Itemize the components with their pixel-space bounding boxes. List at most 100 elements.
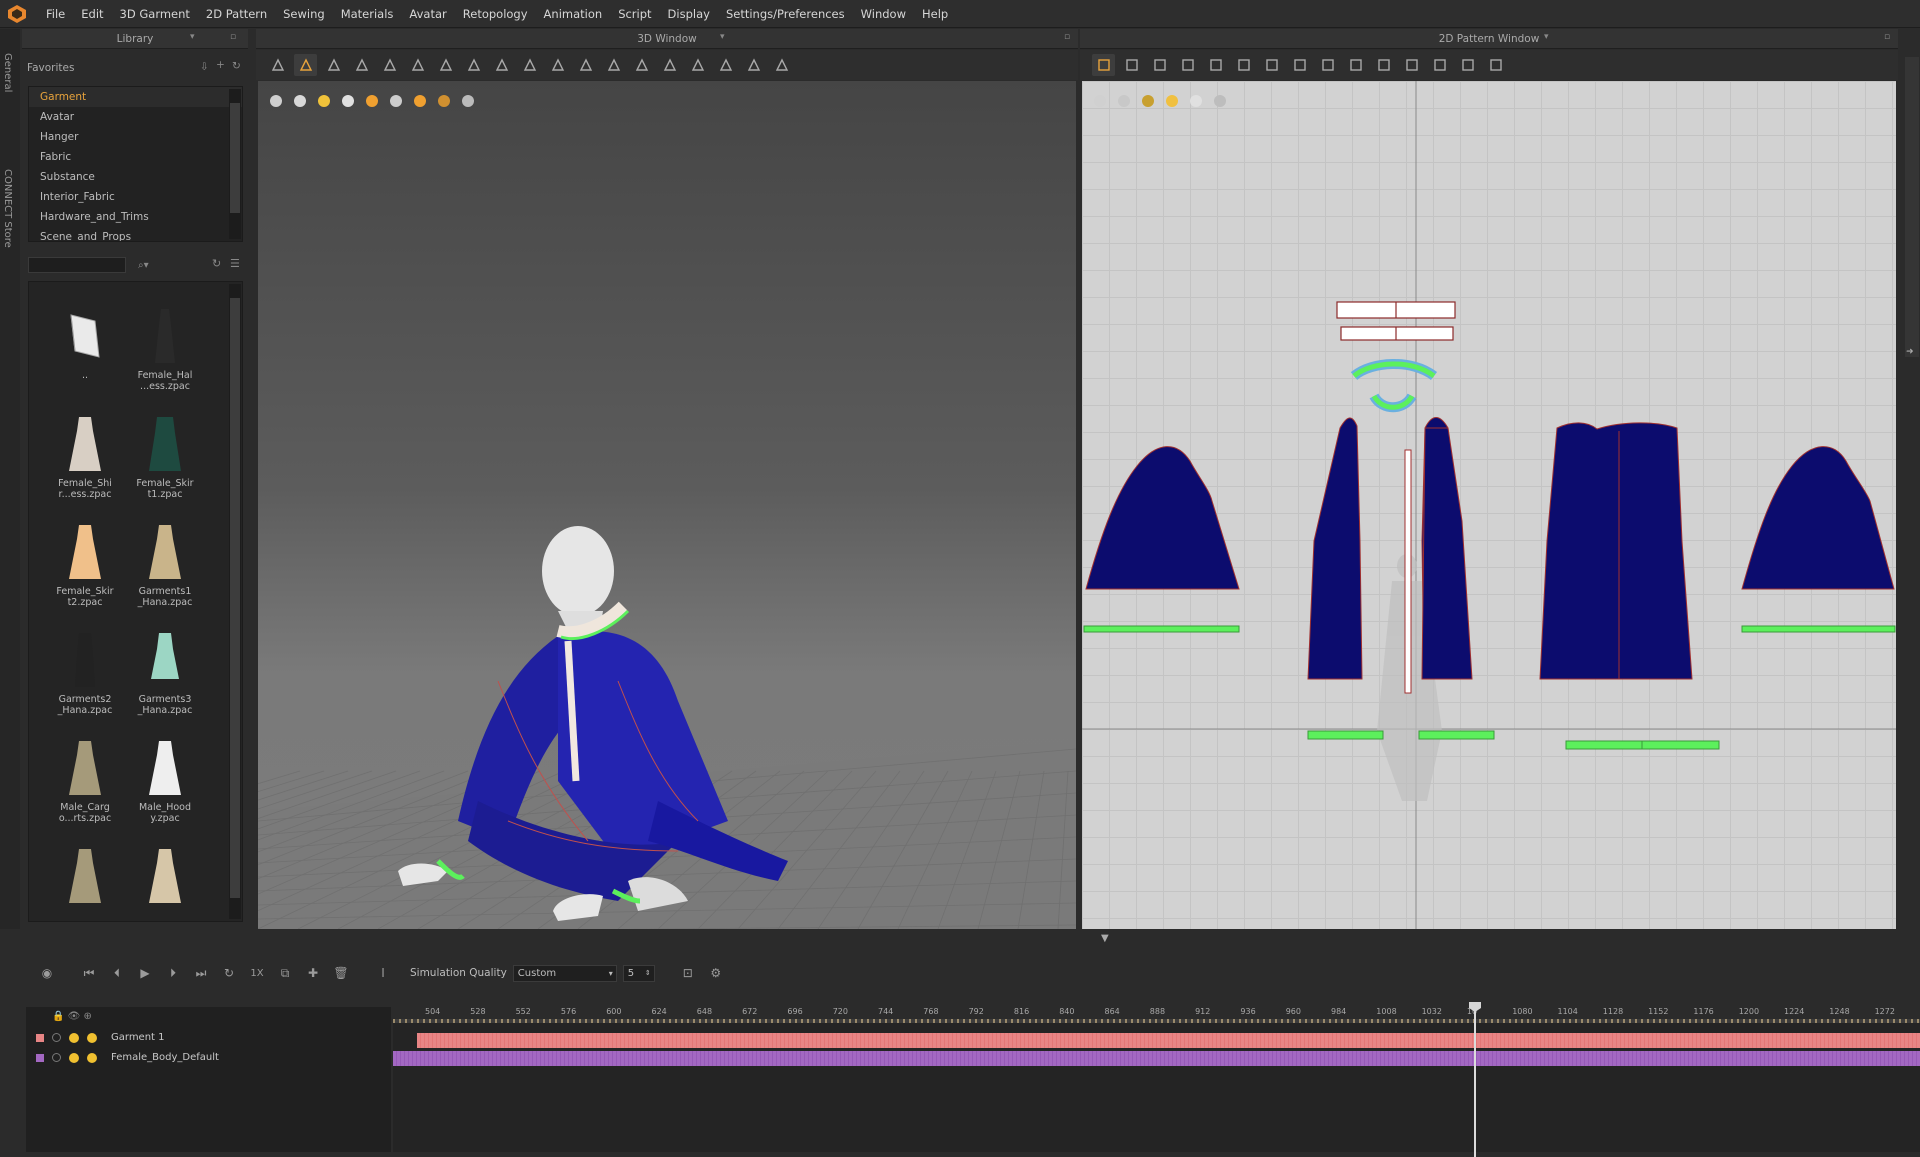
lock-icon[interactable]: 🔒	[52, 1011, 64, 1022]
track-lock-toggle[interactable]	[52, 1053, 61, 1062]
track-row[interactable]: Garment 1	[26, 1028, 391, 1047]
reload-icon[interactable]: ↻	[212, 257, 221, 270]
library-file-item[interactable]: Female_Shi r...ess.zpac	[45, 412, 125, 520]
import-icon[interactable]: ⇩	[200, 61, 209, 73]
viewport-2d[interactable]	[1082, 81, 1896, 929]
track-lock-toggle[interactable]	[52, 1033, 61, 1042]
rectangle-icon[interactable]	[1176, 54, 1199, 76]
menu-avatar[interactable]: Avatar	[401, 0, 454, 28]
menu-script[interactable]: Script	[610, 0, 659, 28]
transform-icon[interactable]	[322, 54, 345, 76]
select-icon[interactable]	[266, 54, 289, 76]
tack-icon[interactable]	[434, 54, 457, 76]
polygon-icon[interactable]	[1148, 54, 1171, 76]
first-frame-icon[interactable]: ⏮	[78, 962, 100, 984]
menu-3d-garment[interactable]: 3D Garment	[112, 0, 198, 28]
pin-box-icon[interactable]	[490, 54, 513, 76]
arrange-icon[interactable]	[770, 54, 793, 76]
play-icon[interactable]: ▶	[134, 962, 156, 984]
simulation-steps-stepper[interactable]: 5 ⇕	[622, 964, 655, 982]
iron-icon[interactable]	[574, 54, 597, 76]
library-file-item[interactable]: Female_Hal ...ess.zpac	[125, 304, 205, 412]
library-file-item[interactable]: ..	[45, 304, 125, 412]
tab-connect-store[interactable]: CONNECT Store	[2, 169, 13, 248]
next-frame-icon[interactable]: ⏵	[162, 962, 184, 984]
loop-icon[interactable]: ↻	[218, 962, 240, 984]
speed-toggle[interactable]: 1X	[246, 962, 268, 984]
add-key-icon[interactable]: ✚	[302, 962, 324, 984]
library-file-item[interactable]: Male_Hood y.zpac	[125, 736, 205, 844]
menu-window[interactable]: Window	[853, 0, 914, 28]
transform-pattern-icon[interactable]	[1092, 54, 1115, 76]
right-scrollbar[interactable]	[1905, 57, 1919, 357]
track-visibility-toggle[interactable]	[69, 1052, 79, 1063]
track-target-toggle[interactable]	[87, 1052, 97, 1063]
internal-polygon-icon[interactable]	[1204, 54, 1227, 76]
list-view-icon[interactable]: ☰	[230, 257, 240, 270]
favorites-scrollbar[interactable]	[229, 89, 241, 239]
prev-frame-icon[interactable]: ⏴	[106, 962, 128, 984]
splitter[interactable]: ▼	[0, 930, 1920, 952]
timeline-ruler[interactable]: 504 528 552 576 600 624 648 672 696 720 744 768 792 8…	[393, 1007, 1920, 1019]
cursor-text-icon[interactable]: I	[372, 962, 394, 984]
pin-icon[interactable]	[462, 54, 485, 76]
move-icon[interactable]	[294, 54, 317, 76]
last-frame-icon[interactable]: ⏭	[190, 962, 212, 984]
menu-help[interactable]: Help	[914, 0, 956, 28]
pen-icon[interactable]	[686, 54, 709, 76]
fabric-icon[interactable]	[1456, 54, 1479, 76]
settings-gear-icon[interactable]: ⚙	[705, 962, 727, 984]
menu-retopology[interactable]: Retopology	[455, 0, 536, 28]
library-file-item[interactable]	[125, 844, 205, 921]
tab-general[interactable]: General	[2, 53, 13, 92]
track-bar[interactable]	[393, 1051, 1920, 1066]
baseline-icon[interactable]	[1316, 54, 1339, 76]
edit-point-icon[interactable]	[350, 54, 373, 76]
cut-icon[interactable]	[546, 54, 569, 76]
library-file-item[interactable]: Female_Skir t2.zpac	[45, 520, 125, 628]
favorite-substance[interactable]: Substance	[29, 167, 242, 187]
fold-icon[interactable]	[406, 54, 429, 76]
file-grid-scrollbar[interactable]	[229, 284, 241, 919]
dart-icon[interactable]	[1260, 54, 1283, 76]
menu-edit[interactable]: Edit	[73, 0, 111, 28]
brush-icon[interactable]	[518, 54, 541, 76]
app-logo-icon[interactable]	[4, 1, 30, 27]
playhead[interactable]	[1474, 1003, 1476, 1157]
menu-materials[interactable]: Materials	[333, 0, 402, 28]
measure-icon[interactable]	[602, 54, 625, 76]
window-3d-dropdown-icon[interactable]: ▾	[720, 32, 725, 42]
library-dropdown-icon[interactable]: ▾	[190, 32, 195, 42]
favorite-avatar[interactable]: Avatar	[29, 107, 242, 127]
symmetric-icon[interactable]	[1428, 54, 1451, 76]
favorite-fabric[interactable]: Fabric	[29, 147, 242, 167]
library-file-item[interactable]: Garments2 _Hana.zpac	[45, 628, 125, 736]
trace-icon[interactable]	[1232, 54, 1255, 76]
sewing-icon[interactable]	[714, 54, 737, 76]
timeline-tracks[interactable]	[393, 1023, 1920, 1152]
library-file-item[interactable]: Garments1 _Hana.zpac	[125, 520, 205, 628]
segment-icon[interactable]	[378, 54, 401, 76]
track-visibility-toggle[interactable]	[69, 1032, 79, 1043]
library-search-input[interactable]	[28, 257, 126, 273]
favorite-interior-fabric[interactable]: Interior_Fabric	[29, 187, 242, 207]
menu-display[interactable]: Display	[660, 0, 718, 28]
track-target-toggle[interactable]	[87, 1032, 97, 1043]
track-row[interactable]: Female_Body_Default	[26, 1048, 391, 1067]
window-2d-dropdown-icon[interactable]: ▾	[1544, 32, 1549, 42]
favorite-garment[interactable]: Garment	[29, 87, 242, 107]
edit-pattern-icon[interactable]	[1120, 54, 1143, 76]
track-bar[interactable]	[417, 1033, 1920, 1048]
add-icon[interactable]: +	[216, 59, 225, 71]
eye-icon[interactable]: 👁	[68, 1011, 81, 1022]
free-sewing-icon[interactable]	[1372, 54, 1395, 76]
copy-keys-icon[interactable]: ⧉	[274, 962, 296, 984]
tape-icon[interactable]	[630, 54, 653, 76]
line-icon[interactable]	[742, 54, 765, 76]
capture-icon[interactable]: ⊡	[677, 962, 699, 984]
favorite-hardware-and-trims[interactable]: Hardware_and_Trims	[29, 207, 242, 227]
segment-sewing-icon[interactable]	[1344, 54, 1367, 76]
menu-settings[interactable]: Settings/Preferences	[718, 0, 853, 28]
search-icon[interactable]: ⌕▾	[138, 260, 149, 271]
library-file-item[interactable]: Male_Carg o...rts.zpac	[45, 736, 125, 844]
